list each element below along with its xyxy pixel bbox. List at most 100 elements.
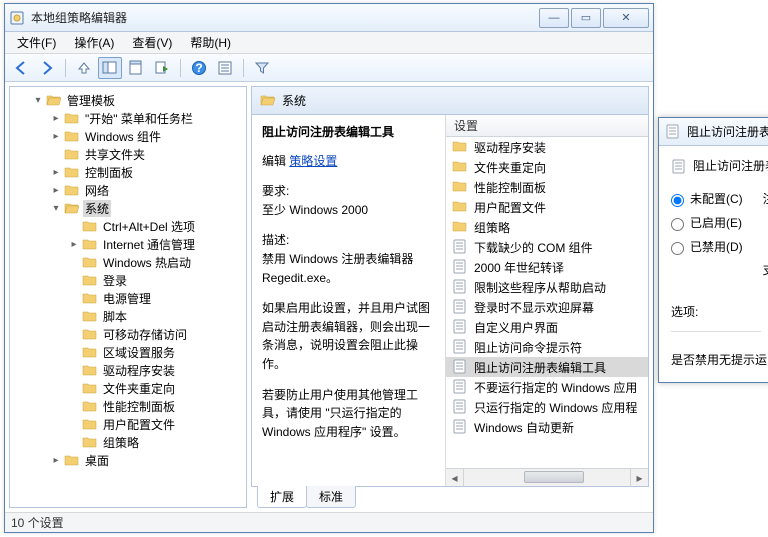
tree-item[interactable]: ▸ 控制面板 bbox=[10, 163, 246, 181]
tree-item[interactable]: ▸Internet 通信管理 bbox=[10, 235, 246, 253]
radio-not-configured-input[interactable] bbox=[671, 194, 684, 207]
tree-item[interactable]: ▸组策略 bbox=[10, 433, 246, 451]
tree-item-label: "开始" 菜单和任务栏 bbox=[83, 110, 195, 127]
list-item[interactable]: 自定义用户界面 bbox=[446, 317, 648, 337]
maximize-button[interactable]: ▭ bbox=[571, 8, 601, 28]
folder-icon bbox=[82, 417, 98, 431]
folder-icon bbox=[82, 309, 98, 323]
radio-disabled-input[interactable] bbox=[671, 242, 684, 255]
tree-item[interactable]: ▸ "开始" 菜单和任务栏 bbox=[10, 109, 246, 127]
list-item[interactable]: 下载缺少的 COM 组件 bbox=[446, 237, 648, 257]
back-button[interactable] bbox=[9, 57, 33, 79]
tree-item[interactable]: ▸共享文件夹 bbox=[10, 145, 246, 163]
tree-item-label: 网络 bbox=[83, 182, 111, 199]
expand-icon[interactable]: ▸ bbox=[50, 184, 62, 196]
list-item[interactable]: 组策略 bbox=[446, 217, 648, 237]
show-tree-button[interactable] bbox=[98, 57, 122, 79]
tree-item-label: 文件夹重定向 bbox=[101, 380, 177, 397]
help-button[interactable] bbox=[187, 57, 211, 79]
tree-item-label: 控制面板 bbox=[83, 164, 135, 181]
radio-enabled-input[interactable] bbox=[671, 218, 684, 231]
tree-item[interactable]: ▸脚本 bbox=[10, 307, 246, 325]
tree-item[interactable]: ▸登录 bbox=[10, 271, 246, 289]
filter-button[interactable] bbox=[250, 57, 274, 79]
expand-icon[interactable]: ▸ bbox=[50, 454, 62, 466]
tab-standard[interactable]: 标准 bbox=[306, 486, 356, 508]
tree-item[interactable]: ▸Ctrl+Alt+Del 选项 bbox=[10, 217, 246, 235]
list-item[interactable]: 不要运行指定的 Windows 应用 bbox=[446, 377, 648, 397]
menu-help[interactable]: 帮助(H) bbox=[182, 32, 239, 53]
expand-icon[interactable]: ▸ bbox=[50, 166, 62, 178]
export-button[interactable] bbox=[150, 57, 174, 79]
separator bbox=[243, 59, 244, 77]
tree-item[interactable]: ▸Windows 热启动 bbox=[10, 253, 246, 271]
list-item[interactable]: 登录时不显示欢迎屏幕 bbox=[446, 297, 648, 317]
content-header: 系统 bbox=[251, 86, 649, 114]
separator bbox=[65, 59, 66, 77]
radio-not-configured[interactable]: 未配置(C) bbox=[671, 188, 743, 212]
list-item[interactable]: 性能控制面板 bbox=[446, 177, 648, 197]
expand-icon[interactable]: ▸ bbox=[50, 112, 62, 124]
menubar: 文件(F) 操作(A) 查看(V) 帮助(H) bbox=[5, 32, 653, 54]
scroll-left-button[interactable]: ◂ bbox=[446, 469, 464, 487]
tree-item[interactable]: ▾管理模板 bbox=[10, 91, 246, 109]
list-item[interactable]: 驱动程序安装 bbox=[446, 137, 648, 157]
close-button[interactable]: ✕ bbox=[603, 8, 649, 28]
scroll-thumb[interactable] bbox=[524, 471, 584, 483]
horizontal-scrollbar[interactable]: ◂ ▸ bbox=[446, 468, 648, 486]
menu-view[interactable]: 查看(V) bbox=[124, 32, 180, 53]
tree-item[interactable]: ▸桌面 bbox=[10, 451, 246, 469]
expand-icon[interactable]: ▸ bbox=[68, 238, 80, 250]
menu-file[interactable]: 文件(F) bbox=[9, 32, 64, 53]
minimize-button[interactable]: — bbox=[539, 8, 569, 28]
list-item[interactable]: 只运行指定的 Windows 应用程 bbox=[446, 397, 648, 417]
list-item[interactable]: 阻止访问命令提示符 bbox=[446, 337, 648, 357]
list-item[interactable]: 用户配置文件 bbox=[446, 197, 648, 217]
list-item[interactable]: 2000 年世纪转译 bbox=[446, 257, 648, 277]
main-window: 本地组策略编辑器 — ▭ ✕ 文件(F) 操作(A) 查看(V) 帮助(H) ▾… bbox=[4, 3, 654, 533]
list-item[interactable]: 阻止访问注册表编辑工具 bbox=[446, 357, 648, 377]
radio-enabled[interactable]: 已启用(E) bbox=[671, 212, 743, 236]
tree-item-label: Ctrl+Alt+Del 选项 bbox=[101, 218, 197, 235]
scroll-right-button[interactable]: ▸ bbox=[630, 469, 648, 487]
list-item[interactable]: 限制这些程序从帮助启动 bbox=[446, 277, 648, 297]
tree-item[interactable]: ▾系统 bbox=[10, 199, 246, 217]
tree-item[interactable]: ▸可移动存储访问 bbox=[10, 325, 246, 343]
list-item[interactable]: Windows 自动更新 bbox=[446, 417, 648, 437]
tree-item[interactable]: ▸用户配置文件 bbox=[10, 415, 246, 433]
collapse-icon[interactable]: ▾ bbox=[32, 94, 44, 106]
policy-icon bbox=[452, 379, 468, 395]
list-button[interactable] bbox=[213, 57, 237, 79]
expand-icon[interactable]: ▸ bbox=[50, 130, 62, 142]
properties-button[interactable] bbox=[124, 57, 148, 79]
radio-disabled-label: 已禁用(D) bbox=[690, 237, 743, 259]
folder-icon bbox=[82, 435, 98, 449]
tree-pane[interactable]: ▾管理模板▸"开始" 菜单和任务栏▸Windows 组件▸共享文件夹▸控制面板▸… bbox=[9, 86, 247, 508]
list-item-label: 限制这些程序从帮助启动 bbox=[474, 279, 606, 296]
app-icon bbox=[9, 10, 25, 26]
tree-item[interactable]: ▸驱动程序安装 bbox=[10, 361, 246, 379]
radio-disabled[interactable]: 已禁用(D) bbox=[671, 236, 743, 260]
description-text-1: 禁用 Windows 注册表编辑器 Regedit.exe。 bbox=[262, 250, 435, 287]
policy-icon bbox=[452, 399, 468, 415]
forward-button[interactable] bbox=[35, 57, 59, 79]
tab-extended[interactable]: 扩展 bbox=[257, 486, 307, 508]
tree-item[interactable]: ▸电源管理 bbox=[10, 289, 246, 307]
tree-item[interactable]: ▸文件夹重定向 bbox=[10, 379, 246, 397]
menu-action[interactable]: 操作(A) bbox=[66, 32, 122, 53]
policy-settings-link[interactable]: 策略设置 bbox=[289, 154, 337, 168]
list-item[interactable]: 文件夹重定向 bbox=[446, 157, 648, 177]
up-button[interactable] bbox=[72, 57, 96, 79]
tree-item[interactable]: ▸区域设置服务 bbox=[10, 343, 246, 361]
list-column-header[interactable]: 设置 bbox=[446, 115, 648, 137]
tree-item[interactable]: ▸Windows 组件 bbox=[10, 127, 246, 145]
collapse-icon[interactable]: ▾ bbox=[50, 202, 62, 214]
tree-item[interactable]: ▸ 网络 bbox=[10, 181, 246, 199]
help-icon bbox=[191, 60, 207, 76]
policy-icon bbox=[452, 239, 468, 255]
tree-item[interactable]: ▸性能控制面板 bbox=[10, 397, 246, 415]
up-icon bbox=[76, 60, 92, 76]
folder-icon bbox=[452, 219, 468, 235]
folder-icon bbox=[82, 291, 98, 305]
list-item-label: Windows 自动更新 bbox=[474, 419, 574, 436]
